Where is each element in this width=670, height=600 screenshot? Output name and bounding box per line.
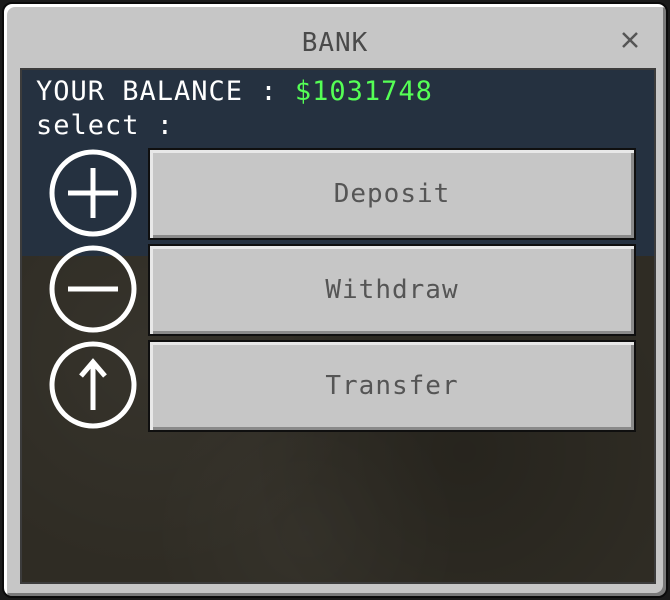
content-panel: YOUR BALANCE : $1031748 select : Deposit…	[20, 68, 656, 584]
dialog-title: BANK	[301, 28, 369, 58]
transfer-button[interactable]: Transfer	[148, 340, 636, 432]
close-button[interactable]	[616, 26, 644, 54]
select-label: select :	[36, 110, 175, 141]
plus-circle-icon	[48, 148, 138, 238]
close-icon	[622, 32, 638, 48]
deposit-button[interactable]: Deposit	[148, 148, 636, 240]
withdraw-button[interactable]: Withdraw	[148, 244, 636, 336]
minus-circle-icon	[48, 244, 138, 334]
bank-dialog: BANK YOUR BALANCE : $1031748 select : De…	[2, 2, 668, 598]
arrow-up-circle-icon	[48, 340, 138, 430]
balance-value: $1031748	[294, 76, 433, 107]
balance-line: YOUR BALANCE : $1031748	[36, 76, 433, 107]
balance-label: YOUR BALANCE :	[36, 76, 278, 107]
